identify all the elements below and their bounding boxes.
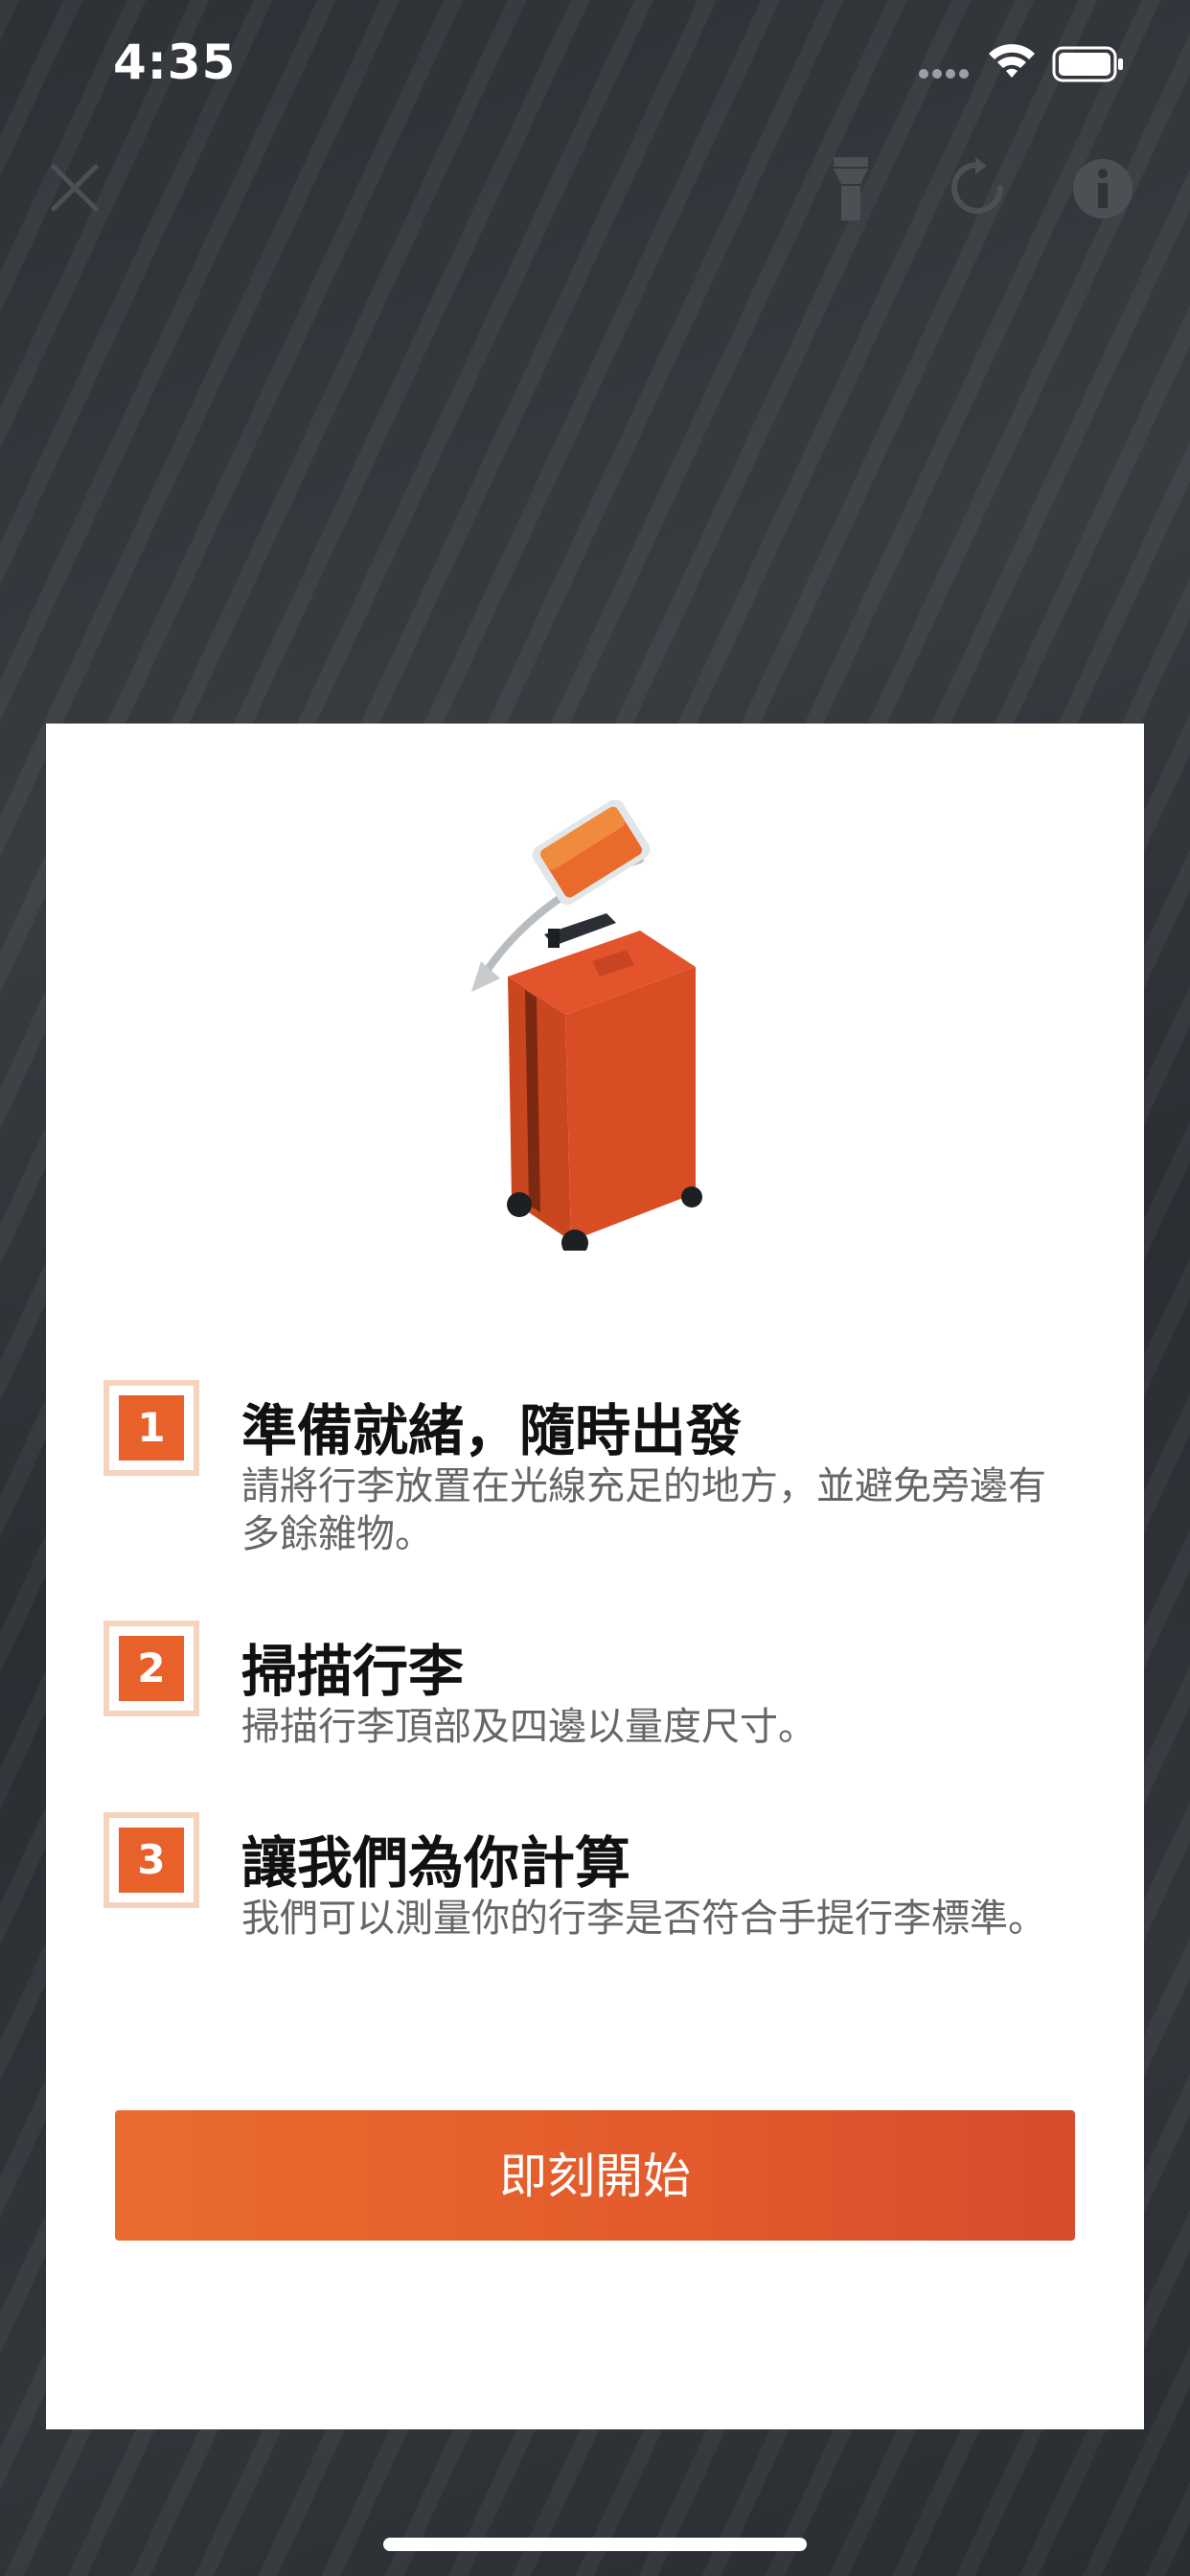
signal-dots-icon <box>919 69 969 79</box>
step-description: 掃描行李頂部及四邊以量度尺寸。 <box>241 1705 816 1749</box>
step-number: 3 <box>119 1828 184 1893</box>
camera-toolbar <box>0 144 1190 240</box>
status-bar: 4:35 <box>0 0 1190 134</box>
home-indicator[interactable] <box>383 2538 807 2551</box>
step-description: 請將行李放置在光線充足的地方，並避免旁邊有多餘雜物。 <box>241 1464 1046 1556</box>
suitcase-scan-illustration <box>471 800 702 1251</box>
step-title: 掃描行李 <box>241 1639 465 1704</box>
step-number: 2 <box>119 1636 184 1701</box>
status-time: 4:35 <box>113 34 237 90</box>
wifi-icon <box>989 44 1035 78</box>
step-description: 我們可以測量你的行李是否符合手提行李標準。 <box>241 1897 1046 1941</box>
step-title: 讓我們為你計算 <box>241 1830 631 1896</box>
step-number-badge: 3 <box>103 1812 199 1908</box>
step-number-badge: 2 <box>103 1621 199 1716</box>
step-number-badge: 1 <box>103 1380 199 1476</box>
battery-icon <box>1052 46 1123 82</box>
start-now-button[interactable]: 即刻開始 <box>115 2110 1075 2241</box>
close-icon[interactable] <box>48 161 102 215</box>
step-number: 1 <box>119 1395 184 1460</box>
step-title: 準備就緒，隨時出發 <box>241 1398 743 1463</box>
info-icon[interactable] <box>1071 157 1134 220</box>
onboarding-modal: 1 準備就緒，隨時出發 請將行李放置在光線充足的地方，並避免旁邊有多餘雜物。 2… <box>46 724 1144 2429</box>
flashlight-icon[interactable] <box>830 155 872 222</box>
refresh-icon[interactable] <box>947 157 1008 218</box>
